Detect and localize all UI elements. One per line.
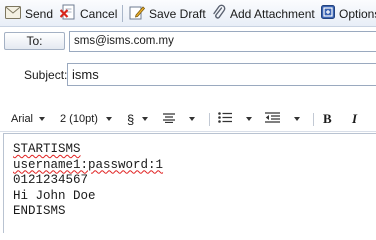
address-area: To: sms@isms.com.my Subject: isms <box>0 27 376 93</box>
indent-select[interactable] <box>265 111 300 127</box>
format-toolbar: Arial 2 (10pt) § B I <box>0 105 376 132</box>
options-icon <box>321 5 335 22</box>
font-family-select[interactable]: Arial <box>11 111 46 127</box>
compose-window: Send Cancel Save Draft Add Attachment Op… <box>0 0 376 233</box>
body-line: ENDISMS <box>13 204 66 218</box>
pencil-paper-icon <box>129 4 146 23</box>
outdent-icon <box>265 112 280 126</box>
cancel-label: Cancel <box>80 6 118 21</box>
chevron-down-icon <box>39 117 46 121</box>
subject-label: Subject: <box>24 68 68 82</box>
message-body-text: STARTISMS username1:password:1 012123456… <box>13 142 163 220</box>
style-select[interactable]: § <box>127 111 149 127</box>
send-label: Send <box>25 6 54 21</box>
section-symbol: § <box>127 111 135 127</box>
align-icon <box>163 112 175 126</box>
bold-button[interactable]: B <box>323 111 332 127</box>
options-label: Options <box>339 6 376 21</box>
chevron-down-icon <box>142 117 149 121</box>
font-family-value: Arial <box>11 113 34 125</box>
save-draft-label: Save Draft <box>149 6 206 21</box>
font-size-select[interactable]: 2 (10pt) <box>60 111 112 127</box>
add-attachment-label: Add Attachment <box>230 6 315 21</box>
to-field[interactable]: sms@isms.com.my <box>69 31 376 52</box>
format-divider <box>209 113 210 126</box>
to-button[interactable]: To: <box>4 32 65 50</box>
chevron-down-icon <box>105 117 112 121</box>
chevron-down-icon <box>246 117 252 121</box>
body-line: STARTISMS <box>13 142 81 156</box>
body-line: 0121234567 <box>13 173 89 187</box>
envelope-icon <box>5 5 21 22</box>
paperclip-icon <box>212 4 226 23</box>
add-attachment-button[interactable]: Add Attachment <box>212 4 315 23</box>
subject-field[interactable]: isms <box>67 63 376 86</box>
bullet-list-icon <box>218 112 232 126</box>
chevron-down-icon <box>189 117 195 121</box>
send-button[interactable]: Send <box>5 4 53 23</box>
bullet-list-select[interactable] <box>218 111 252 127</box>
font-size-value: 2 (10pt) <box>60 113 98 125</box>
toolbar-divider <box>122 5 123 22</box>
italic-button[interactable]: I <box>352 111 357 127</box>
cancel-button[interactable]: Cancel <box>59 4 118 23</box>
message-body-editor[interactable]: STARTISMS username1:password:1 012123456… <box>3 133 376 233</box>
save-draft-button[interactable]: Save Draft <box>129 4 206 23</box>
options-button[interactable]: Options <box>321 4 376 23</box>
align-select[interactable] <box>163 111 195 127</box>
compose-toolbar: Send Cancel Save Draft Add Attachment Op… <box>0 0 376 27</box>
chevron-down-icon <box>294 117 300 121</box>
document-delete-icon <box>59 4 76 23</box>
body-line: username1:password:1 <box>13 157 164 172</box>
body-line: Hi John Doe <box>13 188 96 203</box>
format-divider <box>313 113 314 126</box>
